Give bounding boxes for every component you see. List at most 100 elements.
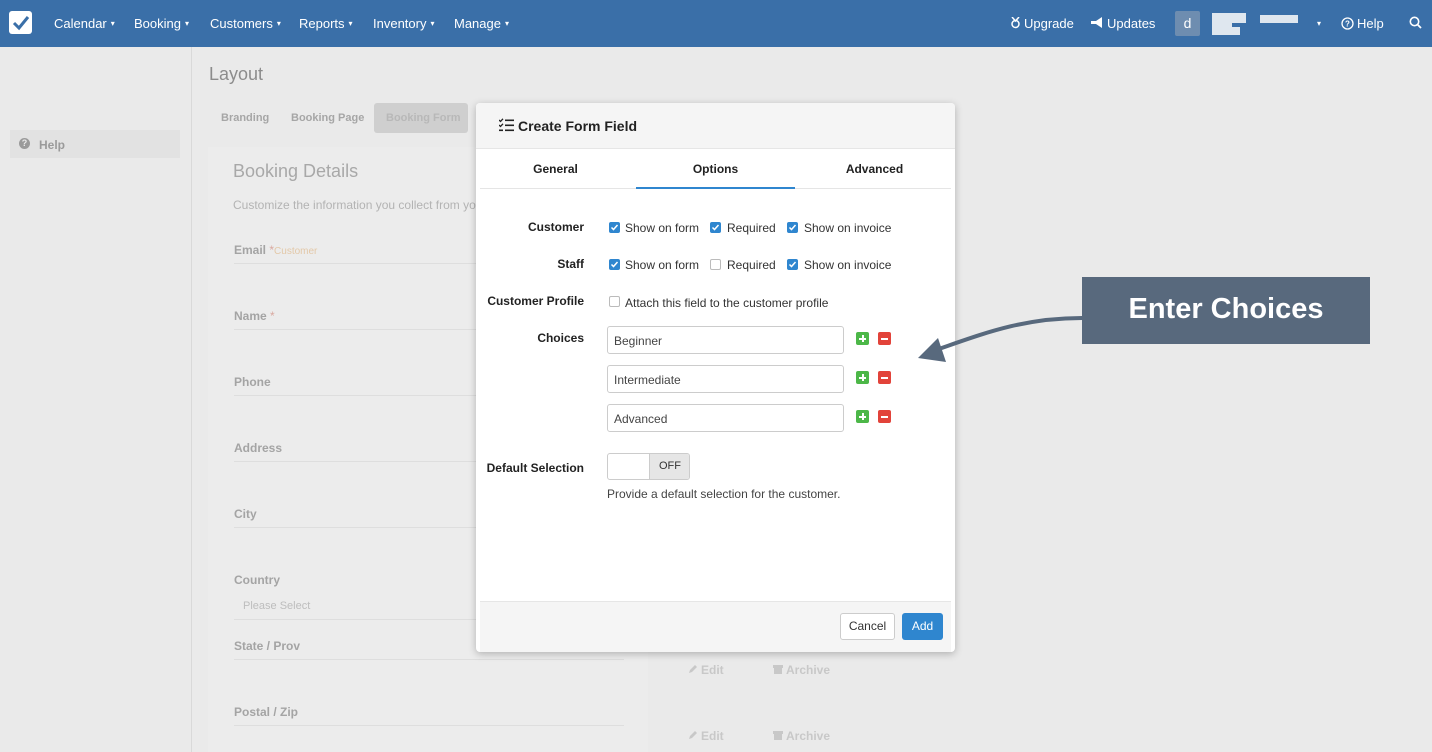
nav-customers[interactable]: Customers ▾	[210, 16, 281, 31]
staff-show-on-form-checkbox[interactable]	[609, 259, 620, 270]
archive-icon	[773, 731, 783, 740]
nav-booking[interactable]: Booking ▾	[134, 16, 189, 31]
customer-tag: Customer	[274, 246, 318, 257]
remove-choice-button[interactable]	[878, 332, 891, 345]
callout-text: Enter Choices	[1128, 293, 1324, 325]
chevron-down-icon: ▾	[184, 19, 189, 28]
nav-updates[interactable]: Updates	[1090, 16, 1155, 31]
staff-required-checkbox[interactable]	[710, 259, 721, 270]
avatar[interactable]: d	[1175, 11, 1200, 36]
nav-upgrade[interactable]: Upgrade	[1010, 16, 1074, 31]
add-choice-button[interactable]	[856, 332, 869, 345]
customer-required-checkbox[interactable]	[710, 222, 721, 233]
modal-header: Create Form Field	[476, 103, 955, 149]
staff-show-on-invoice-label[interactable]: Show on invoice	[804, 258, 891, 272]
toggle-state: OFF	[649, 454, 689, 479]
enter-choices-callout: Enter Choices	[1082, 277, 1370, 344]
pencil-icon	[689, 665, 697, 673]
add-choice-button[interactable]	[856, 410, 869, 423]
customer-show-on-form-checkbox[interactable]	[609, 222, 620, 233]
sidebar-item-label: Help	[39, 138, 66, 152]
tab-booking-form[interactable]: Booking Form	[374, 103, 468, 133]
logo-checkmark-icon[interactable]	[9, 11, 32, 34]
archive-link[interactable]: Archive	[773, 729, 830, 743]
modal-title: Create Form Field	[518, 118, 638, 134]
edit-link[interactable]: Edit	[688, 729, 724, 743]
choice-value: Advanced	[614, 412, 668, 426]
question-circle-icon: ?	[19, 138, 30, 149]
customer-label: Customer	[527, 220, 584, 234]
svg-text:?: ?	[1345, 20, 1350, 29]
tab-general[interactable]: General	[476, 162, 635, 176]
staff-required-label[interactable]: Required	[727, 258, 776, 272]
field-phone[interactable]: Phone	[234, 375, 271, 389]
staff-show-on-invoice-checkbox[interactable]	[787, 259, 798, 270]
default-selection-label: Default Selection	[486, 461, 584, 475]
cancel-button[interactable]: Cancel	[840, 613, 895, 640]
nav-inventory[interactable]: Inventory ▾	[373, 16, 435, 31]
divider	[234, 725, 624, 726]
page-title: Layout	[209, 64, 264, 84]
divider	[234, 659, 624, 660]
chevron-down-icon: ▾	[110, 19, 115, 28]
attach-profile-label[interactable]: Attach this field to the customer profil…	[625, 296, 828, 310]
field-email[interactable]: Email *Customer	[234, 243, 317, 257]
country-select[interactable]: Please Select	[243, 600, 310, 612]
checklist-icon	[499, 118, 514, 132]
user-menu-caret[interactable]: ▾	[1313, 16, 1321, 31]
remove-choice-button[interactable]	[878, 410, 891, 423]
field-postal[interactable]: Postal / Zip	[234, 705, 298, 719]
field-name-label: Name	[234, 309, 267, 323]
choices-label: Choices	[537, 331, 584, 345]
nav-help[interactable]: ? Help	[1341, 16, 1384, 31]
nav-reports[interactable]: Reports ▾	[299, 16, 353, 31]
nav-updates-label: Updates	[1107, 16, 1156, 31]
nav-manage[interactable]: Manage ▾	[454, 16, 509, 31]
field-city[interactable]: City	[234, 507, 257, 521]
nav-manage-label: Manage	[454, 16, 501, 31]
customer-show-on-invoice-checkbox[interactable]	[787, 222, 798, 233]
remove-choice-button[interactable]	[878, 371, 891, 384]
customer-show-on-invoice-label[interactable]: Show on invoice	[804, 221, 891, 235]
tab-advanced[interactable]: Advanced	[795, 162, 954, 176]
field-country[interactable]: Country	[234, 573, 280, 587]
tab-booking-page[interactable]: Booking Page	[291, 112, 364, 124]
choice-input[interactable]: Advanced	[607, 404, 844, 432]
choice-value: Intermediate	[614, 373, 681, 387]
customer-show-on-form-label[interactable]: Show on form	[625, 221, 699, 235]
add-button[interactable]: Add	[902, 613, 943, 640]
callout-arrow	[918, 316, 1083, 362]
megaphone-icon	[1091, 17, 1102, 28]
sidebar-item-help[interactable]: ? Help	[10, 130, 180, 158]
staff-show-on-form-label[interactable]: Show on form	[625, 258, 699, 272]
question-circle-icon: ?	[1341, 17, 1354, 30]
field-email-label: Email	[234, 243, 267, 257]
customer-profile-label: Customer Profile	[487, 294, 584, 308]
tab-branding[interactable]: Branding	[221, 112, 269, 124]
required-mark: *	[270, 309, 275, 323]
tab-options[interactable]: Options	[636, 162, 795, 176]
nav-calendar[interactable]: Calendar ▾	[54, 16, 115, 31]
edit-link[interactable]: Edit	[688, 663, 724, 677]
field-state[interactable]: State / Prov	[234, 639, 300, 653]
add-choice-button[interactable]	[856, 371, 869, 384]
archive-icon	[773, 665, 783, 674]
field-address[interactable]: Address	[234, 441, 282, 455]
archive-label: Archive	[786, 663, 831, 677]
choice-input[interactable]: Intermediate	[607, 365, 844, 393]
nav-booking-label: Booking	[134, 16, 181, 31]
default-selection-toggle[interactable]: OFF	[607, 453, 690, 480]
field-name[interactable]: Name *	[234, 309, 275, 323]
booking-details-description: Customize the information you collect fr…	[233, 198, 483, 212]
choice-input[interactable]: Beginner	[607, 326, 844, 354]
chevron-down-icon: ▾	[1317, 19, 1322, 28]
nav-inventory-label: Inventory	[373, 16, 427, 31]
award-icon	[1011, 16, 1020, 29]
attach-profile-checkbox[interactable]	[609, 296, 620, 307]
edit-label: Edit	[701, 663, 724, 677]
search-icon[interactable]	[1409, 16, 1422, 32]
nav-calendar-label: Calendar	[54, 16, 107, 31]
customer-required-label[interactable]: Required	[727, 221, 776, 235]
archive-link[interactable]: Archive	[773, 663, 830, 677]
user-menu-redacted[interactable]	[1212, 13, 1302, 35]
